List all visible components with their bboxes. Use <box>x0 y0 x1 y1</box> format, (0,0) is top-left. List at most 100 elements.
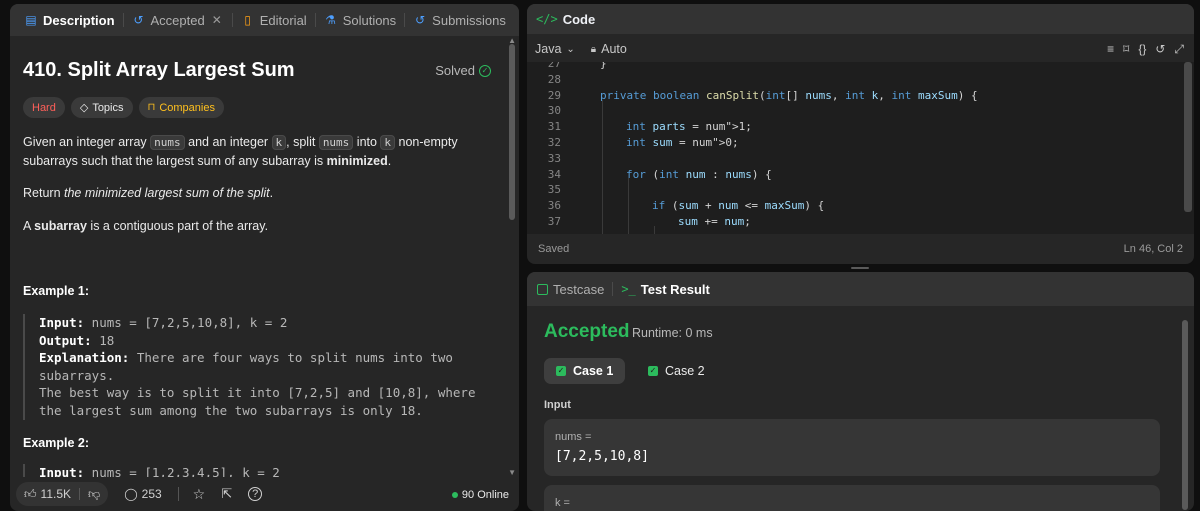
code-tab-label[interactable]: Code <box>563 12 596 27</box>
field-name: nums = <box>555 431 592 443</box>
italic-text: the minimized largest sum of the split <box>64 186 270 200</box>
book-icon: ▯ <box>244 13 252 27</box>
comments-button[interactable]: ◯ 253 <box>116 482 169 506</box>
code-line[interactable]: 31 int parts = num">1; <box>527 119 1194 135</box>
problem-tags: Hard ◇ Topics ⊓ Companies <box>23 97 224 118</box>
code-line[interactable]: 33 <box>527 151 1194 167</box>
editor-scrollbar[interactable] <box>1184 62 1192 212</box>
chevron-down-icon: ⌄ <box>566 43 575 55</box>
panel-resize-handle[interactable] <box>851 267 869 269</box>
text: and an integer <box>184 135 272 149</box>
test-result-content: Accepted Runtime: 0 ms ✓ Case 1 ✓ Case 2… <box>527 306 1194 511</box>
braces-icon[interactable]: {} <box>1138 42 1146 57</box>
save-status: Saved <box>538 243 570 255</box>
comment-icon: ◯ <box>124 487 138 501</box>
flask-icon: ⚗ <box>325 13 337 27</box>
bookmark-icon[interactable]: ⌑ <box>1123 42 1129 57</box>
code-line[interactable]: 35 <box>527 182 1194 198</box>
explanation-text: the largest sum among the two subarrays … <box>39 402 423 418</box>
fullscreen-icon[interactable]: ⤢ <box>1174 42 1184 57</box>
tab-solutions[interactable]: ⚗ Solutions <box>318 4 402 36</box>
scrollbar[interactable] <box>509 44 515 220</box>
tab-divider <box>231 13 233 27</box>
case-1-label: Case 1 <box>573 364 614 378</box>
code-panel: </> Code Java ⌄ 🔒︎ Auto ≡ ⌑ {} ↺ ⤢ 27} 28… <box>527 4 1194 264</box>
thumbs-up-icon[interactable]: 👍︎ <box>24 487 37 502</box>
auto-mode[interactable]: 🔒︎ Auto <box>591 42 627 56</box>
line-number: 30 <box>547 104 561 118</box>
tab-editorial[interactable]: ▯ Editorial <box>235 4 313 36</box>
check-icon: ✓ <box>648 366 658 376</box>
text: . <box>387 154 392 168</box>
help-icon[interactable]: ? <box>248 487 263 501</box>
tab-test-result[interactable]: >_ Test Result <box>621 282 710 297</box>
case-2-tab[interactable]: ✓ Case 2 <box>636 358 717 384</box>
history-icon: ↺ <box>415 13 426 27</box>
share-icon[interactable]: ⇱ <box>221 486 232 502</box>
thumbs-down-icon[interactable]: 👎︎ <box>88 487 100 502</box>
line-number: 31 <box>547 120 561 134</box>
tab-divider <box>122 13 124 27</box>
language-label: Java <box>535 42 562 56</box>
text: Return <box>23 186 64 200</box>
example-input-line: Input: nums = [7,2,5,10,8], k = 2 <box>39 314 493 332</box>
verdict: Accepted <box>544 321 630 342</box>
input-field-nums: nums = [7,2,5,10,8] <box>544 419 1160 476</box>
tab-accepted-label: Accepted <box>150 12 205 28</box>
line-number: 34 <box>547 167 561 181</box>
input-heading: Input <box>544 399 571 411</box>
code-text: if (sum + num <= maxSum) { <box>652 199 825 213</box>
code-line[interactable]: 37 sum += num; <box>527 214 1194 230</box>
scroll-down-arrow-icon[interactable]: ▼ <box>508 468 516 477</box>
code-line[interactable]: 27} <box>527 62 1194 72</box>
line-number: 29 <box>547 88 561 102</box>
tab-divider <box>612 282 614 296</box>
auto-mode-label: Auto <box>601 42 627 56</box>
code-line[interactable]: 29 private boolean canSplit(int[] nums, i… <box>527 88 1194 104</box>
scroll-up-arrow-icon[interactable]: ▲ <box>508 36 516 45</box>
like-count[interactable]: 11.5K <box>41 487 71 501</box>
difficulty-label: Hard <box>32 101 56 114</box>
problem-title[interactable]: 410. Split Array Largest Sum <box>23 59 295 82</box>
code-line[interactable]: 30 <box>527 103 1194 119</box>
code-line[interactable]: 32 int sum = num">0; <box>527 135 1194 151</box>
tab-submissions[interactable]: ↺ Submissions <box>407 4 512 36</box>
example-output-line: Output: 18 <box>39 332 493 350</box>
problem-footer: 👍︎ 11.5K 👎︎ ◯ 253 ☆ ⇱ ? <box>10 477 519 511</box>
code-editor[interactable]: 27} 28 29 private boolean canSplit(int[] nu… <box>527 62 1194 234</box>
case-2-label: Case 2 <box>665 364 705 378</box>
output-value: 18 <box>91 332 115 348</box>
example-heading: Example 2: <box>23 436 90 450</box>
code-text: } <box>600 62 607 70</box>
reset-icon[interactable]: ↺ <box>1155 42 1165 57</box>
tab-divider <box>314 13 316 27</box>
code-line[interactable]: 36 if (sum + num <= maxSum) { <box>527 198 1194 214</box>
tab-editorial-label: Editorial <box>259 12 307 28</box>
inline-code: nums <box>318 135 354 150</box>
companies-button[interactable]: ⊓ Companies <box>138 97 224 118</box>
line-number: 33 <box>547 151 561 165</box>
divider <box>177 487 179 501</box>
line-number: 27 <box>547 62 561 70</box>
divider <box>79 488 81 500</box>
tab-description[interactable]: ▤ Description <box>18 4 121 36</box>
tab-accepted[interactable]: ↺ Accepted ✕ <box>126 4 230 36</box>
case-1-tab[interactable]: ✓ Case 1 <box>544 358 626 384</box>
language-select[interactable]: Java ⌄ <box>535 42 575 56</box>
star-icon[interactable]: ☆ <box>193 486 206 503</box>
code-line[interactable]: 28 <box>527 72 1194 88</box>
code-line[interactable]: 34 for (int num : nums) { <box>527 167 1194 183</box>
like-dislike-group: 👍︎ 11.5K 👎︎ <box>16 482 109 506</box>
scrollbar[interactable] <box>1182 320 1188 510</box>
description-paragraph: Return the minimized largest sum of the … <box>23 184 493 203</box>
field-value[interactable]: [7,2,5,10,8] <box>555 449 649 464</box>
topics-button[interactable]: ◇ Topics <box>70 97 133 118</box>
format-icon[interactable]: ≡ <box>1107 42 1114 57</box>
tab-testcase[interactable]: Testcase <box>537 282 604 297</box>
line-number: 36 <box>547 199 561 213</box>
cursor-position: Ln 46, Col 2 <box>1123 243 1183 255</box>
close-icon[interactable]: ✕ <box>210 13 224 27</box>
example-block: Input: nums = [7,2,5,10,8], k = 2 Output… <box>23 314 493 420</box>
text: A <box>23 219 35 233</box>
inline-code: nums <box>150 135 185 150</box>
